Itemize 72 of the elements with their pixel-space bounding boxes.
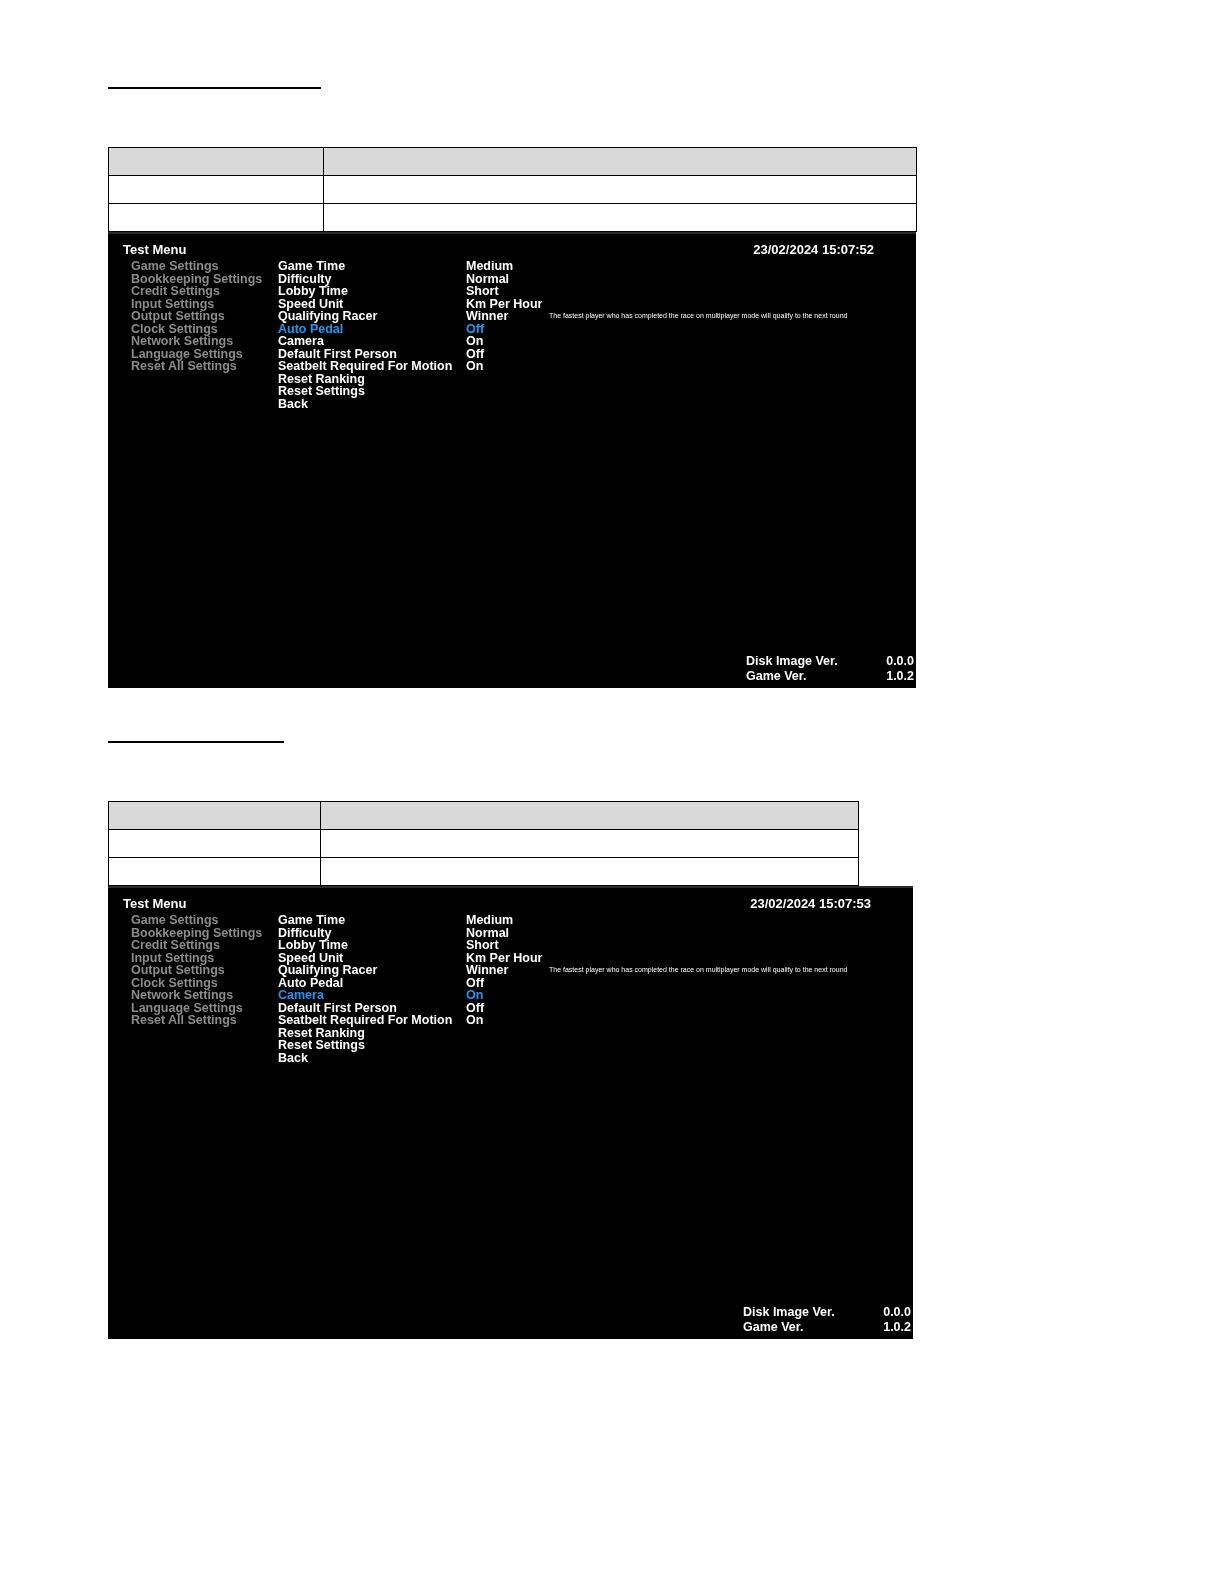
setting-item[interactable]: Reset Settings bbox=[278, 385, 365, 398]
date-time: 23/02/2024 15:07:52 bbox=[753, 242, 874, 257]
menu-category[interactable]: Game Settings bbox=[131, 260, 219, 273]
setting-item[interactable]: Back bbox=[278, 397, 308, 410]
setting-value: Off bbox=[466, 322, 485, 335]
setting-value: On bbox=[466, 1014, 484, 1027]
setting-item[interactable]: Default First Person bbox=[278, 1001, 397, 1014]
setting-value: Winner bbox=[466, 310, 509, 323]
menu-title: Test Menu bbox=[123, 896, 187, 911]
setting-item[interactable]: Camera bbox=[278, 989, 324, 1002]
setting-item[interactable]: Game Time bbox=[278, 914, 346, 927]
menu-category[interactable]: Bookkeeping Settings bbox=[131, 926, 263, 939]
setting-value: Off bbox=[466, 976, 485, 989]
setting-item[interactable]: Camera bbox=[278, 335, 324, 348]
setting-value: On bbox=[466, 335, 484, 348]
setting-value: Km Per Hour bbox=[466, 297, 543, 310]
setting-value: Km Per Hour bbox=[466, 951, 543, 964]
setting-item[interactable]: Qualifying Racer bbox=[278, 964, 378, 977]
setting-item[interactable]: Difficulty bbox=[278, 272, 332, 285]
setting-item[interactable]: Auto Pedal bbox=[278, 322, 344, 335]
version-value: 0.0.0 bbox=[882, 1305, 911, 1320]
menu-category[interactable]: Reset All Settings bbox=[131, 360, 237, 373]
setting-item[interactable]: Back bbox=[278, 1051, 308, 1064]
setting-item[interactable]: Speed Unit bbox=[278, 951, 344, 964]
setting-item[interactable]: Speed Unit bbox=[278, 297, 344, 310]
menu-category[interactable]: Network Settings bbox=[131, 335, 234, 348]
setting-item[interactable]: Qualifying Racer bbox=[278, 310, 378, 323]
setting-value: Normal bbox=[466, 926, 510, 939]
setting-value: Medium bbox=[466, 914, 514, 927]
version-value: 1.0.2 bbox=[885, 669, 914, 684]
date-time: 23/02/2024 15:07:53 bbox=[750, 896, 871, 911]
menu-category[interactable]: Input Settings bbox=[131, 951, 215, 964]
menu-title: Test Menu bbox=[123, 242, 187, 257]
setting-item[interactable]: Default First Person bbox=[278, 347, 397, 360]
menu-category[interactable]: Input Settings bbox=[131, 297, 215, 310]
setting-item[interactable]: Lobby Time bbox=[278, 285, 348, 298]
setting-item[interactable]: Lobby Time bbox=[278, 939, 348, 952]
setting-value: On bbox=[466, 360, 484, 373]
setting-item[interactable]: Difficulty bbox=[278, 926, 332, 939]
menu-category[interactable]: Clock Settings bbox=[131, 976, 218, 989]
setting-value: On bbox=[466, 989, 484, 1002]
menu-category[interactable]: Credit Settings bbox=[131, 285, 220, 298]
setting-value: Medium bbox=[466, 260, 514, 273]
setting-item[interactable]: Reset Ranking bbox=[278, 1026, 365, 1039]
setting-value: Normal bbox=[466, 272, 510, 285]
menu-category[interactable]: Clock Settings bbox=[131, 322, 218, 335]
version-label: Disk Image Ver. bbox=[746, 654, 839, 669]
setting-item[interactable]: Reset Settings bbox=[278, 1039, 365, 1052]
setting-value: Short bbox=[466, 285, 499, 298]
menu-category[interactable]: Bookkeeping Settings bbox=[131, 272, 263, 285]
version-label: Game Ver. bbox=[746, 669, 808, 684]
menu-category[interactable]: Language Settings bbox=[131, 1001, 243, 1014]
version-value: 1.0.2 bbox=[882, 1320, 911, 1335]
setting-value: Winner bbox=[466, 964, 509, 977]
setting-item[interactable]: Seatbelt Required For Motion bbox=[278, 360, 453, 373]
setting-value: Off bbox=[466, 347, 485, 360]
menu-category[interactable]: Credit Settings bbox=[131, 939, 220, 952]
setting-item[interactable]: Auto Pedal bbox=[278, 976, 344, 989]
setting-value: Short bbox=[466, 939, 499, 952]
menu-category[interactable]: Output Settings bbox=[131, 310, 225, 323]
menu-category[interactable]: Game Settings bbox=[131, 914, 219, 927]
version-label: Game Ver. bbox=[743, 1320, 805, 1335]
setting-item[interactable]: Game Time bbox=[278, 260, 346, 273]
menu-category[interactable]: Language Settings bbox=[131, 347, 243, 360]
version-label: Disk Image Ver. bbox=[743, 1305, 836, 1320]
setting-value: Off bbox=[466, 1001, 485, 1014]
version-value: 0.0.0 bbox=[885, 654, 914, 669]
menu-category[interactable]: Network Settings bbox=[131, 989, 234, 1002]
setting-item[interactable]: Seatbelt Required For Motion bbox=[278, 1014, 453, 1027]
setting-item[interactable]: Reset Ranking bbox=[278, 372, 365, 385]
menu-category[interactable]: Reset All Settings bbox=[131, 1014, 237, 1027]
menu-category[interactable]: Output Settings bbox=[131, 964, 225, 977]
